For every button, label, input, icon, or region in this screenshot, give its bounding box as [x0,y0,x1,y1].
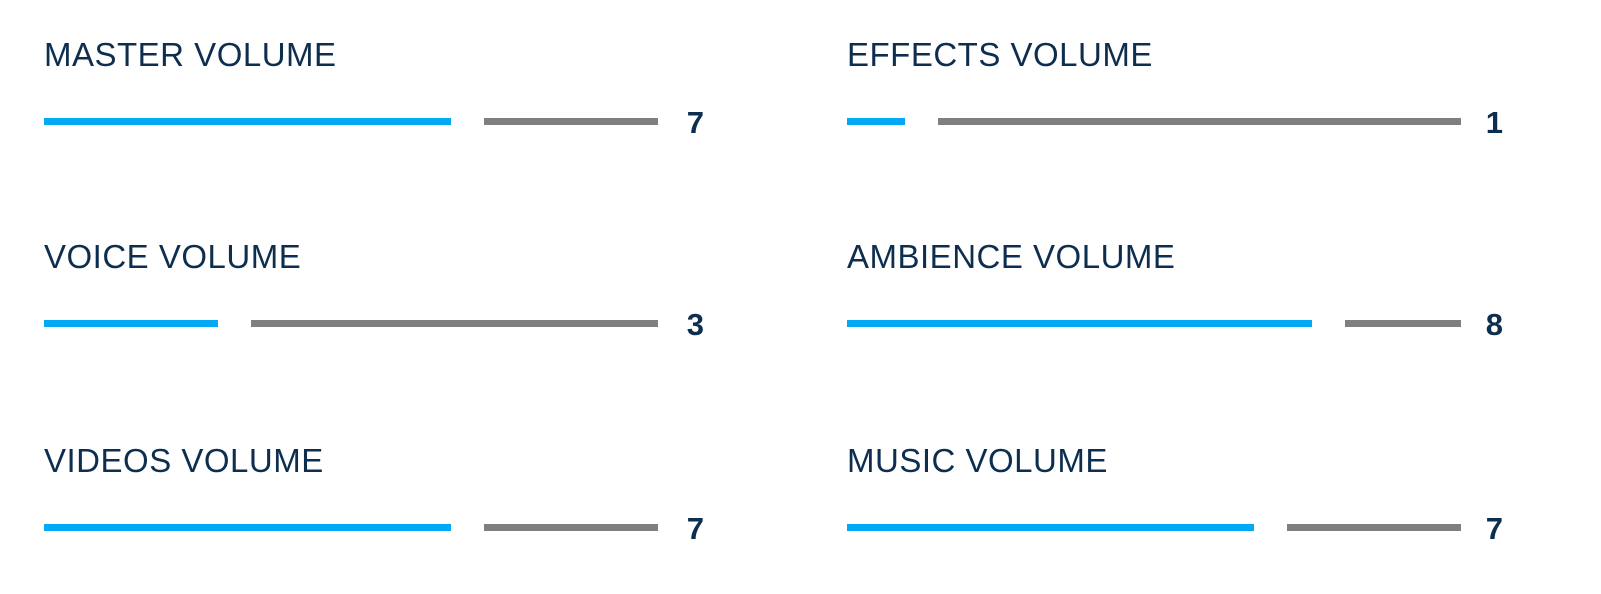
music-volume-fill [847,524,1254,531]
music-volume-slider[interactable] [847,524,1461,531]
voice-volume-value: 3 [686,307,704,342]
effects-volume-control: EFFECTS VOLUME 1 [847,38,1527,148]
master-volume-control: MASTER VOLUME 7 [44,38,724,148]
music-volume-track [1287,524,1461,531]
voice-volume-control: VOICE VOLUME 3 [44,240,724,350]
master-volume-slider[interactable] [44,118,658,125]
ambience-volume-control: AMBIENCE VOLUME 8 [847,240,1527,350]
ambience-volume-slider[interactable] [847,320,1461,327]
music-volume-label: MUSIC VOLUME [847,442,1108,479]
master-volume-fill [44,118,451,125]
ambience-volume-value: 8 [1485,307,1503,342]
voice-volume-slider[interactable] [44,320,658,327]
music-volume-control: MUSIC VOLUME 7 [847,444,1527,554]
master-volume-track [484,118,658,125]
effects-volume-value: 1 [1485,105,1503,140]
videos-volume-label: VIDEOS VOLUME [44,442,324,479]
voice-volume-fill [44,320,218,327]
videos-volume-control: VIDEOS VOLUME 7 [44,444,724,554]
ambience-volume-label: AMBIENCE VOLUME [847,238,1176,275]
master-volume-label: MASTER VOLUME [44,36,337,73]
ambience-volume-fill [847,320,1312,327]
voice-volume-track [251,320,658,327]
effects-volume-fill [847,118,905,125]
voice-volume-label: VOICE VOLUME [44,238,302,275]
effects-volume-track [938,118,1461,125]
ambience-volume-track [1345,320,1461,327]
effects-volume-slider[interactable] [847,118,1461,125]
videos-volume-slider[interactable] [44,524,658,531]
videos-volume-fill [44,524,451,531]
videos-volume-track [484,524,658,531]
videos-volume-value: 7 [686,511,704,546]
effects-volume-label: EFFECTS VOLUME [847,36,1153,73]
music-volume-value: 7 [1485,511,1503,546]
master-volume-value: 7 [686,105,704,140]
